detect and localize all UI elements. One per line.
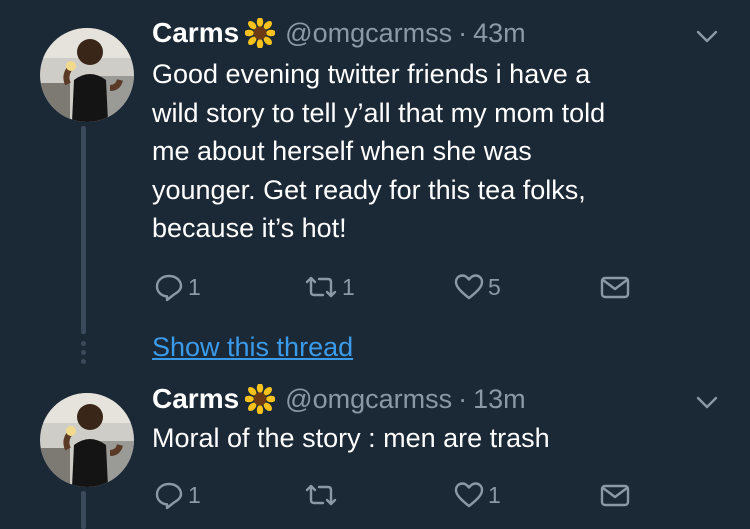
tweet-text: Moral of the story : men are trash bbox=[152, 423, 550, 453]
like-button[interactable]: 1 bbox=[452, 478, 501, 512]
retweet-count: 1 bbox=[342, 273, 355, 300]
chevron-down-icon[interactable] bbox=[694, 23, 720, 49]
display-name[interactable]: Carms bbox=[152, 383, 239, 415]
user-handle[interactable]: @omgcarmss bbox=[285, 384, 452, 415]
retweet-button[interactable]: 1 bbox=[302, 270, 355, 304]
tweet-header: Carms @omgcarmss · 13m bbox=[152, 382, 526, 416]
tweet-header: Carms @omgcarmss · 43m bbox=[152, 16, 526, 50]
sunflower-emoji-icon bbox=[245, 384, 276, 414]
sunflower-emoji-icon bbox=[245, 18, 276, 48]
thread-line bbox=[81, 126, 86, 334]
like-button[interactable]: 5 bbox=[452, 270, 501, 304]
separator-dot: · bbox=[458, 383, 468, 414]
thread-dot bbox=[81, 359, 86, 364]
reply-button[interactable]: 1 bbox=[152, 478, 201, 512]
envelope-icon bbox=[598, 270, 632, 304]
retweet-button[interactable] bbox=[302, 478, 342, 512]
envelope-icon bbox=[598, 478, 632, 512]
reply-count: 1 bbox=[188, 481, 201, 508]
heart-icon bbox=[452, 270, 486, 304]
chevron-down-icon[interactable] bbox=[694, 389, 720, 415]
reply-button[interactable]: 1 bbox=[152, 270, 201, 304]
like-count: 5 bbox=[488, 273, 501, 300]
retweet-icon bbox=[302, 270, 340, 304]
separator-dot: · bbox=[458, 17, 468, 48]
user-handle[interactable]: @omgcarmss bbox=[285, 18, 452, 49]
like-count: 1 bbox=[488, 481, 501, 508]
share-button[interactable] bbox=[598, 270, 632, 304]
retweet-icon bbox=[302, 478, 340, 512]
share-button[interactable] bbox=[598, 478, 632, 512]
show-thread-link[interactable]: Show this thread bbox=[152, 332, 353, 363]
avatar[interactable] bbox=[40, 28, 134, 122]
reply-icon bbox=[152, 478, 186, 512]
tweet-text: Good evening twitter friends i have a wi… bbox=[152, 59, 606, 243]
heart-icon bbox=[452, 478, 486, 512]
thread-dot bbox=[81, 350, 86, 355]
timestamp[interactable]: 43m bbox=[473, 18, 526, 49]
reply-count: 1 bbox=[188, 273, 201, 300]
avatar[interactable] bbox=[40, 393, 134, 487]
thread-dot bbox=[81, 341, 86, 346]
display-name[interactable]: Carms bbox=[152, 17, 239, 49]
timestamp[interactable]: 13m bbox=[473, 384, 526, 415]
thread-line bbox=[81, 491, 86, 529]
reply-icon bbox=[152, 270, 186, 304]
